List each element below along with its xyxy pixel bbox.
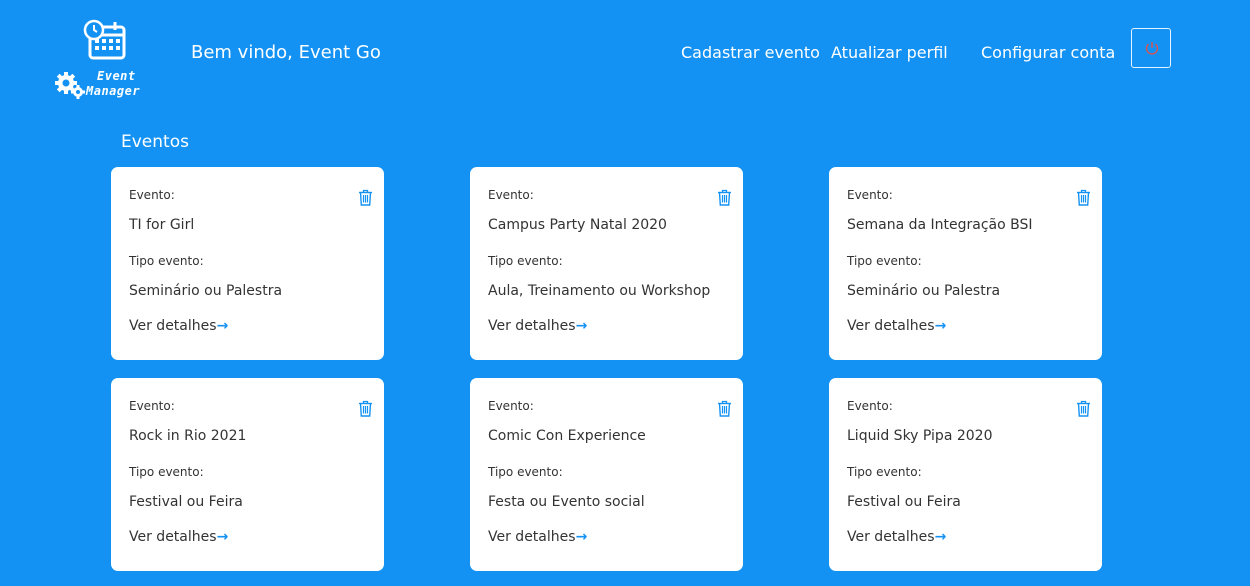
event-name: Rock in Rio 2021 bbox=[129, 428, 247, 444]
view-details-link[interactable]: Ver detalhes→ bbox=[847, 318, 946, 334]
trash-icon[interactable] bbox=[1076, 400, 1091, 417]
event-type-label: Tipo evento: bbox=[488, 465, 563, 479]
section-title: Eventos bbox=[121, 132, 189, 152]
nav-configure-account[interactable]: Configurar conta bbox=[981, 43, 1115, 62]
nav-update-profile[interactable]: Atualizar perfil bbox=[831, 43, 948, 62]
event-type: Seminário ou Palestra bbox=[847, 283, 1001, 299]
view-details-link[interactable]: Ver detalhes→ bbox=[129, 529, 228, 545]
view-details-link[interactable]: Ver detalhes→ bbox=[488, 318, 587, 334]
event-label: Evento: bbox=[488, 399, 534, 413]
event-type: Seminário ou Palestra bbox=[129, 283, 283, 299]
trash-icon[interactable] bbox=[717, 400, 732, 417]
event-type: Festival ou Feira bbox=[847, 494, 961, 510]
event-name: Campus Party Natal 2020 bbox=[488, 217, 667, 233]
event-card: Evento: Campus Party Natal 2020 Tipo eve… bbox=[470, 167, 743, 360]
arrow-right-icon: → bbox=[575, 318, 588, 334]
gears-icon bbox=[55, 72, 85, 99]
view-details-label: Ver detalhes bbox=[129, 318, 217, 334]
event-label: Evento: bbox=[847, 188, 893, 202]
event-label: Evento: bbox=[129, 399, 175, 413]
event-name: Comic Con Experience bbox=[488, 428, 646, 444]
view-details-link[interactable]: Ver detalhes→ bbox=[847, 529, 946, 545]
event-type: Aula, Treinamento ou Workshop bbox=[488, 283, 711, 299]
arrow-right-icon: → bbox=[216, 318, 229, 334]
event-card: Evento: Comic Con Experience Tipo evento… bbox=[470, 378, 743, 571]
app-logo[interactable]: Event Manager bbox=[55, 18, 155, 102]
view-details-label: Ver detalhes bbox=[847, 529, 935, 545]
nav-create-event[interactable]: Cadastrar evento bbox=[681, 43, 820, 62]
arrow-right-icon: → bbox=[934, 318, 947, 334]
event-name: Liquid Sky Pipa 2020 bbox=[847, 428, 993, 444]
welcome-message: Bem vindo, Event Go bbox=[191, 42, 381, 63]
event-name: Semana da Integração BSI bbox=[847, 217, 1033, 233]
trash-icon[interactable] bbox=[1076, 189, 1091, 206]
logo-text: Event Manager bbox=[83, 69, 140, 99]
event-label: Evento: bbox=[847, 399, 893, 413]
event-card-grid: Evento: TI for Girl Tipo evento: Seminár… bbox=[111, 167, 1102, 571]
trash-icon[interactable] bbox=[358, 189, 373, 206]
view-details-link[interactable]: Ver detalhes→ bbox=[488, 529, 587, 545]
view-details-label: Ver detalhes bbox=[129, 529, 217, 545]
view-details-label: Ver detalhes bbox=[488, 529, 576, 545]
arrow-right-icon: → bbox=[575, 529, 588, 545]
logo-line-2: Manager bbox=[86, 84, 141, 98]
view-details-label: Ver detalhes bbox=[847, 318, 935, 334]
event-type-label: Tipo evento: bbox=[847, 254, 922, 268]
event-name: TI for Girl bbox=[129, 217, 195, 233]
event-type: Festival ou Feira bbox=[129, 494, 243, 510]
event-card: Evento: Rock in Rio 2021 Tipo evento: Fe… bbox=[111, 378, 384, 571]
trash-icon[interactable] bbox=[358, 400, 373, 417]
trash-icon[interactable] bbox=[717, 189, 732, 206]
view-details-label: Ver detalhes bbox=[488, 318, 576, 334]
event-card: Evento: TI for Girl Tipo evento: Seminár… bbox=[111, 167, 384, 360]
event-label: Evento: bbox=[488, 188, 534, 202]
event-label: Evento: bbox=[129, 188, 175, 202]
arrow-right-icon: → bbox=[934, 529, 947, 545]
event-card: Evento: Liquid Sky Pipa 2020 Tipo evento… bbox=[829, 378, 1102, 571]
event-type-label: Tipo evento: bbox=[488, 254, 563, 268]
power-icon bbox=[1145, 42, 1159, 55]
event-type: Festa ou Evento social bbox=[488, 494, 645, 510]
logout-button[interactable] bbox=[1131, 28, 1171, 68]
logo-line-1: Event bbox=[97, 69, 136, 83]
event-type-label: Tipo evento: bbox=[129, 254, 204, 268]
event-type-label: Tipo evento: bbox=[847, 465, 922, 479]
arrow-right-icon: → bbox=[216, 529, 229, 545]
event-type-label: Tipo evento: bbox=[129, 465, 204, 479]
event-card: Evento: Semana da Integração BSI Tipo ev… bbox=[829, 167, 1102, 360]
view-details-link[interactable]: Ver detalhes→ bbox=[129, 318, 228, 334]
page: Event Manager Bem vindo, Event Go Cadast… bbox=[0, 0, 1250, 586]
calendar-icon bbox=[83, 19, 126, 60]
